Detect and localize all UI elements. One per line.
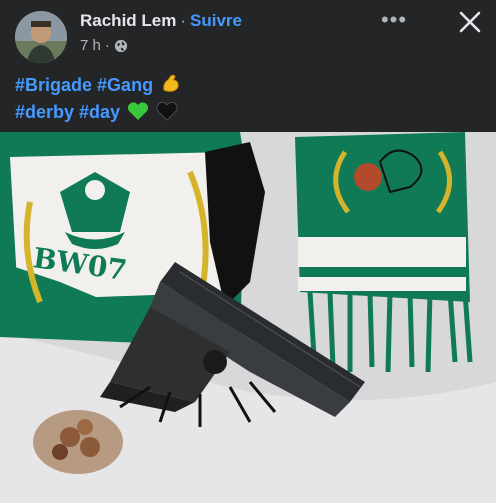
close-icon	[459, 11, 481, 33]
green-heart-emoji-icon	[127, 102, 149, 120]
hashtag-day[interactable]: #day	[79, 102, 120, 122]
author-name[interactable]: Rachid Lem	[80, 11, 176, 30]
caption-line-1: #Brigade #Gang	[15, 72, 182, 99]
author-line: Rachid Lem · Suivre	[80, 11, 242, 31]
hashtag-gang[interactable]: #Gang	[97, 75, 153, 95]
flexed-biceps-emoji-icon	[163, 74, 179, 92]
post-meta: 7 h ·	[80, 37, 128, 54]
ammo-bag	[33, 410, 123, 474]
more-options-button[interactable]: •••	[378, 7, 410, 32]
post-time[interactable]: 7 h	[80, 37, 101, 54]
avatar[interactable]	[15, 11, 67, 63]
avatar-photo	[15, 11, 67, 63]
black-heart-emoji-icon	[156, 101, 178, 121]
globe-icon	[114, 39, 127, 52]
separator-dot: ·	[180, 11, 187, 30]
post-caption: #Brigade #Gang #derby #day	[15, 72, 182, 126]
photo-image: BW07	[0, 132, 496, 503]
post-photo[interactable]: BW07	[0, 132, 496, 503]
close-button[interactable]	[452, 4, 488, 40]
hashtag-brigade[interactable]: #Brigade	[15, 75, 92, 95]
hashtag-derby[interactable]: #derby	[15, 102, 74, 122]
follow-button[interactable]: Suivre	[190, 11, 242, 30]
more-dots-icon: •••	[380, 7, 408, 32]
post-header: Rachid Lem · Suivre 7 h · •••	[0, 0, 496, 66]
meta-separator: ·	[104, 37, 110, 54]
caption-line-2: #derby #day	[15, 99, 182, 126]
